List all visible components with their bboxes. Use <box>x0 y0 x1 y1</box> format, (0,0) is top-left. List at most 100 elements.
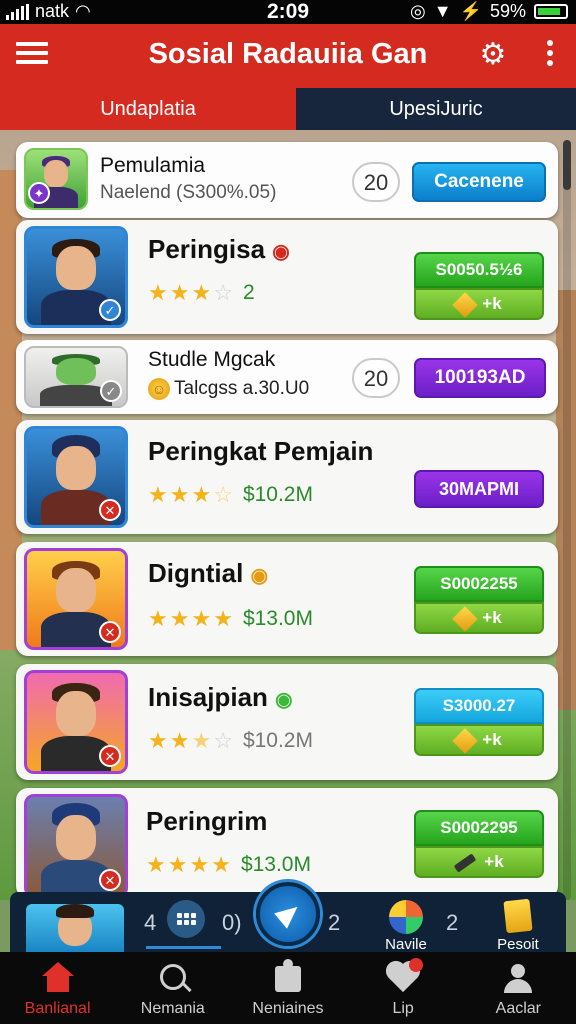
list-item[interactable]: ✕ Digntial ◉ ★ ★ ★ ★ $13.0M S0002255 +k <box>16 542 558 656</box>
battery-icon <box>534 4 568 19</box>
nav-label: Lip <box>392 1000 414 1017</box>
value-button[interactable]: S0050.5½6 <box>414 252 544 288</box>
player-name-text: Peringisa <box>148 234 266 264</box>
action-button[interactable]: 100193AD <box>414 358 546 398</box>
strip-item-label: Pesoit <box>497 936 539 953</box>
player-value: 2 <box>242 281 255 304</box>
action-button[interactable]: Cacenene <box>412 162 546 202</box>
nav-item-lip[interactable]: Lip <box>346 952 461 1024</box>
tab-undaplatia[interactable]: Undaplatia <box>0 88 296 130</box>
star-icon: ★ <box>169 280 190 305</box>
player-name: Peringrim <box>146 806 268 836</box>
list-scrollbar[interactable] <box>563 140 571 900</box>
rating-stars: ★ ★ ★ ☆ $10.2M <box>148 728 313 754</box>
nav-label: Neniaines <box>252 1000 324 1017</box>
nav-item-neniaines[interactable]: Neniaines <box>230 952 345 1024</box>
avatar: ✓ <box>24 346 128 408</box>
nav-item-banlianal[interactable]: Banlianal <box>0 952 115 1024</box>
charging-icon: ⚡ <box>459 1 482 21</box>
player-value: $13.0M <box>242 607 313 630</box>
strip-indicator <box>146 946 221 949</box>
card-icon <box>503 898 533 934</box>
player-name: Digntial ◉ <box>148 558 268 589</box>
grid-icon[interactable] <box>167 900 205 938</box>
star-icon: ★ <box>169 482 190 507</box>
strip-item-pesoit[interactable]: Pesoit <box>490 898 546 953</box>
value-button[interactable]: S0002295 <box>414 810 544 846</box>
value-button[interactable]: S0002255 <box>414 566 544 602</box>
player-name-text: Inisajpian <box>148 682 268 712</box>
player-name-text: Digntial <box>148 558 244 588</box>
star-icon: ★ <box>191 728 212 753</box>
strip-item-navile[interactable]: Navile <box>378 900 434 953</box>
rating-stars: ★ ★ ★ ☆ 2 <box>148 280 255 306</box>
player-name: Pemulamia <box>100 154 206 177</box>
badge-icon: ✕ <box>99 869 121 891</box>
player-subtitle-text: Talcgss a.30.U0 <box>174 378 310 400</box>
strip-item-label: Navile <box>385 936 427 953</box>
nav-item-nemania[interactable]: Nemania <box>115 952 230 1024</box>
my-avatar[interactable] <box>26 904 124 952</box>
player-name: Peringkat Pemjain <box>148 436 374 466</box>
list-item[interactable]: ✓ Peringisa ◉ ★ ★ ★ ☆ 2 S0050.5½6 +k <box>16 220 558 334</box>
scrollbar-thumb[interactable] <box>563 140 571 190</box>
claim-button[interactable]: +k <box>414 846 544 878</box>
rating-stars: ★ ★ ★ ☆ $10.2M <box>148 482 313 508</box>
value-button[interactable]: S3000.27 <box>414 688 544 724</box>
strip-count-left: 4 <box>144 910 157 935</box>
list-item[interactable]: ✓ Studle Mgcak ☺ Talcgss a.30.U0 20 10019… <box>16 340 558 414</box>
player-name: Inisajpian ◉ <box>148 682 293 713</box>
claim-button[interactable]: +k <box>414 602 544 634</box>
star-icon: ★ <box>211 852 231 877</box>
tab-bar: Undaplatia UpesiJuric <box>0 88 576 130</box>
gem-icon <box>452 605 479 632</box>
list-item[interactable]: ✦ Pemulamia Naelend (S300%.05) 20 Cacene… <box>16 142 558 218</box>
nav-label: Banlianal <box>24 1000 91 1017</box>
claim-label: +k <box>482 608 502 627</box>
nav-label: Nemania <box>140 1000 205 1017</box>
claim-button[interactable]: +k <box>414 288 544 320</box>
avatar: ✓ <box>24 226 128 328</box>
badge-icon: ✕ <box>99 745 121 767</box>
star-icon: ★ <box>146 852 166 877</box>
send-button[interactable] <box>256 882 320 946</box>
badge-icon: ✕ <box>99 499 121 521</box>
strip-count-right: 2 <box>328 910 341 935</box>
battery-percent: 59% <box>489 1 526 21</box>
nav-item-aaclar[interactable]: Aaclar <box>461 952 576 1024</box>
claim-label: +k <box>484 852 504 871</box>
list-item[interactable]: ✕ Inisajpian ◉ ★ ★ ★ ☆ $10.2M S3000.27 +k <box>16 664 558 780</box>
tab-upesijuric[interactable]: UpesiJuric <box>296 88 576 130</box>
check-icon: ◉ <box>275 689 293 711</box>
player-subtitle: Naelend (S300%.05) <box>100 182 277 203</box>
player-value: $10.2M <box>242 483 313 506</box>
avatar: ✕ <box>24 794 128 898</box>
badge-icon: ✓ <box>99 299 121 321</box>
claim-button[interactable]: +k <box>414 724 544 756</box>
bolt-icon <box>453 852 477 873</box>
star-icon: ★ <box>213 606 233 631</box>
coin-icon: ☺ <box>148 378 170 400</box>
count-pill: 20 <box>352 358 400 398</box>
rating-stars: ★ ★ ★ ★ $13.0M <box>146 852 311 878</box>
star-icon: ★ <box>191 482 212 507</box>
puzzle-icon <box>272 959 304 994</box>
star-icon: ★ <box>148 482 168 507</box>
status-bar: natk ◠ 2:09 ◎ ▼ ⚡ 59% <box>0 0 576 24</box>
ball-icon <box>389 900 423 934</box>
list-item[interactable]: ✕ Peringkat Pemjain ★ ★ ★ ☆ $10.2M 30MAPMI <box>16 420 558 534</box>
action-button[interactable]: 30MAPMI <box>414 470 544 508</box>
gear-icon[interactable]: ⚙ <box>476 38 510 72</box>
avatar: ✕ <box>24 548 128 650</box>
star-icon: ★ <box>148 280 168 305</box>
strip-count-far: 2 <box>446 910 459 935</box>
rating-stars: ★ ★ ★ ★ $13.0M <box>148 606 313 632</box>
star-icon: ★ <box>169 606 190 631</box>
star-icon: ☆ <box>213 728 233 753</box>
strip-count-mid: 0) <box>222 910 242 935</box>
star-icon: ★ <box>148 728 168 753</box>
claim-label: +k <box>482 730 502 749</box>
kebab-icon[interactable] <box>540 40 560 70</box>
star-icon: ☆ <box>213 482 233 507</box>
avatar: ✕ <box>24 670 128 774</box>
